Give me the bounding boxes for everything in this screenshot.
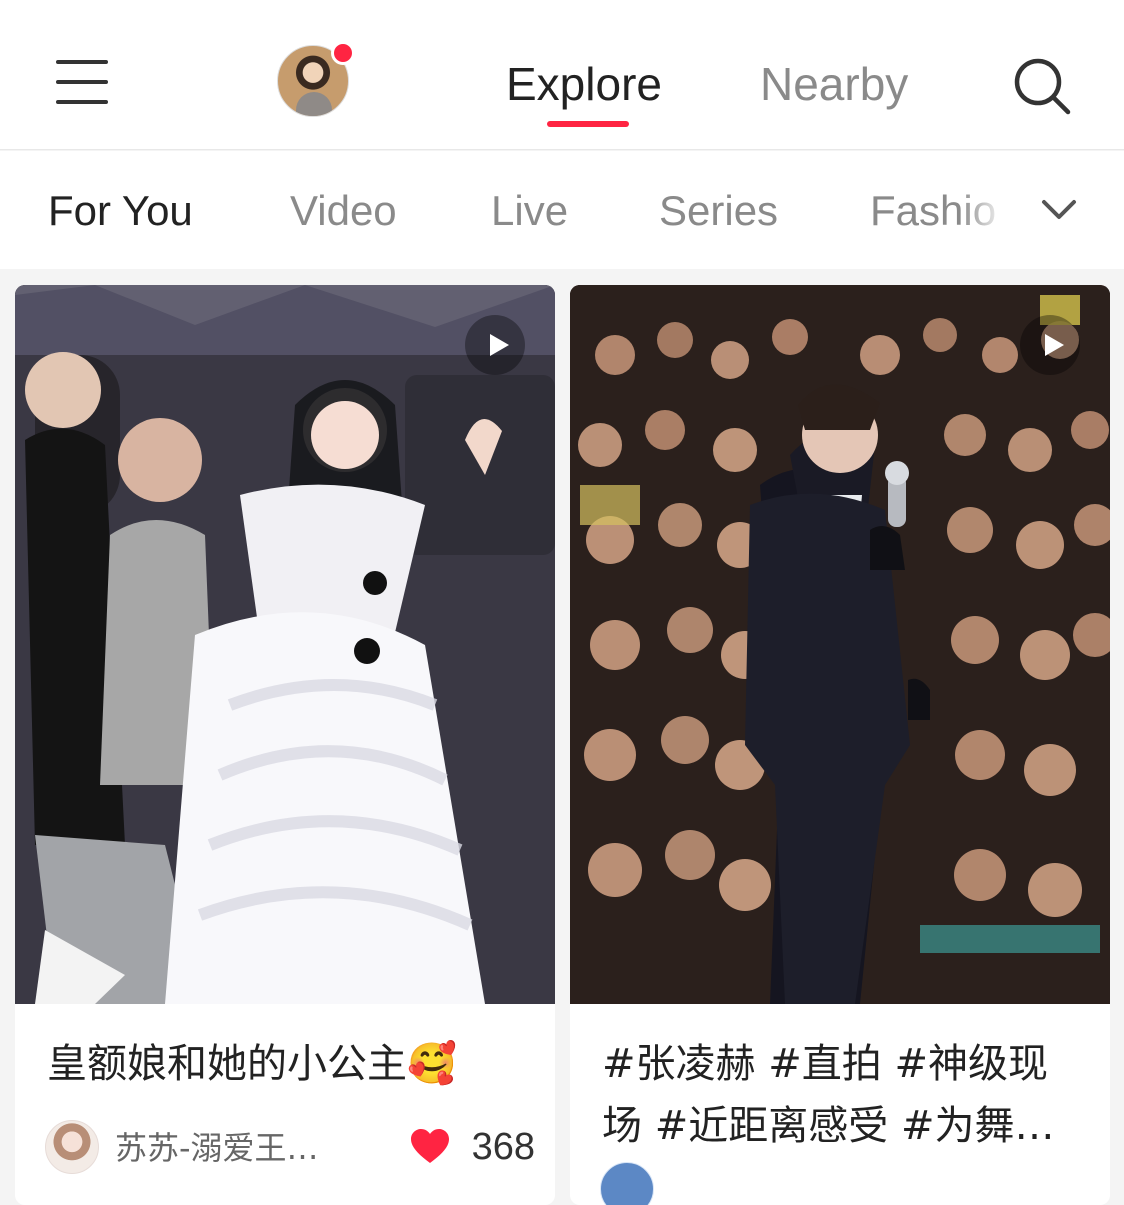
cover-illustration	[570, 285, 1110, 1004]
tab-nearby[interactable]: Nearby	[760, 56, 908, 112]
author-avatar[interactable]	[600, 1162, 654, 1205]
menu-button[interactable]	[44, 50, 120, 114]
category-series[interactable]: Series	[659, 185, 778, 237]
tab-explore[interactable]: Explore	[506, 56, 662, 112]
play-icon	[1045, 334, 1064, 356]
cover-illustration	[15, 285, 555, 1004]
feed-card[interactable]: #张凌赫 #直拍 #神级现场 #近距离感受 #为舞…	[570, 285, 1110, 1205]
category-live[interactable]: Live	[491, 185, 568, 237]
feed-card[interactable]: 皇额娘和她的小公主🥰 苏苏-溺爱王… 368	[15, 285, 555, 1205]
play-button[interactable]	[1020, 315, 1080, 375]
category-for-you[interactable]: For You	[48, 185, 193, 237]
category-video[interactable]: Video	[290, 185, 397, 237]
category-bar: For You Video Live Series Fashio	[0, 151, 1124, 269]
play-button[interactable]	[465, 315, 525, 375]
active-tab-indicator	[547, 121, 629, 127]
category-fade	[960, 151, 1006, 269]
author-name[interactable]: 苏苏-溺爱王…	[115, 1128, 319, 1168]
search-button[interactable]	[1010, 54, 1074, 118]
profile-avatar-button[interactable]	[277, 41, 355, 119]
search-icon	[1014, 58, 1071, 115]
author-avatar[interactable]	[45, 1120, 99, 1174]
card-title: 皇额娘和她的小公主🥰	[47, 1041, 457, 1087]
category-expand-button[interactable]	[1006, 151, 1124, 269]
chevron-down-icon	[1042, 200, 1076, 219]
like-count: 368	[471, 1126, 535, 1168]
notification-dot	[331, 41, 355, 65]
card-meta	[600, 1120, 1090, 1205]
card-cover-image[interactable]	[570, 285, 1110, 1004]
top-navigation-bar: Explore Nearby	[0, 0, 1124, 150]
card-meta: 苏苏-溺爱王… 368	[45, 1120, 535, 1174]
card-cover-image[interactable]	[15, 285, 555, 1004]
play-icon	[490, 334, 509, 356]
heart-icon	[411, 1129, 449, 1163]
